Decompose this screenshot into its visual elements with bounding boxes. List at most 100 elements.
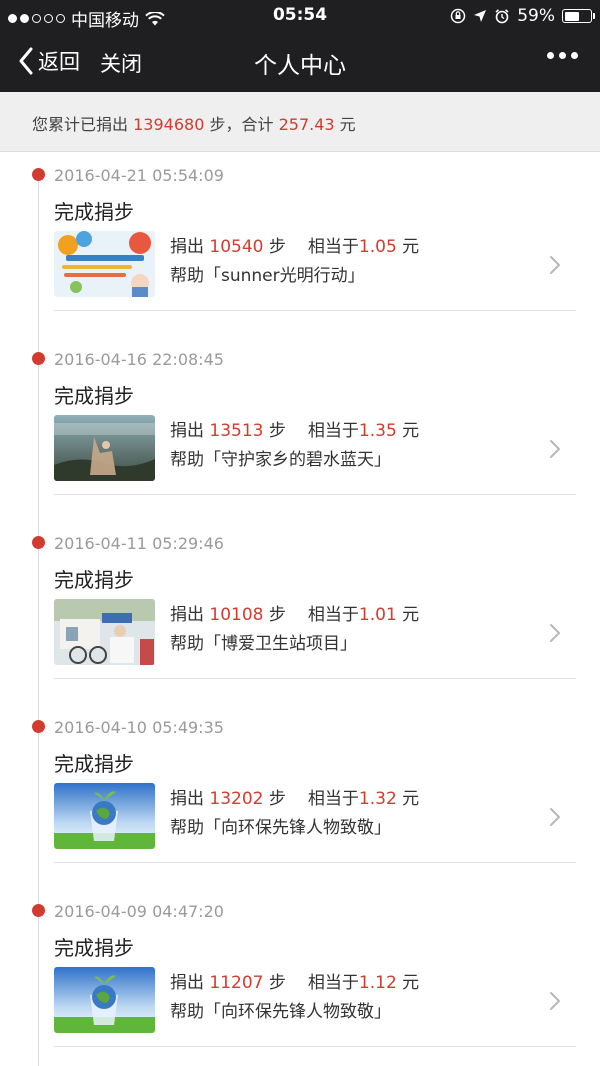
entry-title: 完成捐步 <box>54 384 134 408</box>
timeline-entry[interactable]: 2016-04-10 05:49:35 完成捐步 捐出 13202 步 相当于1.… <box>0 718 600 904</box>
timeline-entry[interactable]: 2016-04-11 05:29:46 完成捐步 捐出 10108 步 相当于1.… <box>0 534 600 720</box>
chevron-right-icon[interactable] <box>548 806 562 828</box>
entry-amount: 1.35 <box>358 421 397 441</box>
yuan-unit: 元 <box>402 789 420 809</box>
help-prefix: 帮助「 <box>170 450 221 470</box>
steps-unit: 步 <box>268 605 286 625</box>
entry-project-line: 帮助「sunner光明行动」 <box>170 261 365 286</box>
status-right: 59% <box>450 6 595 26</box>
more-dot-icon <box>559 52 566 59</box>
donate-label: 捐出 <box>170 421 204 441</box>
help-suffix: 」 <box>374 450 391 470</box>
donate-label: 捐出 <box>170 237 204 257</box>
entry-project-name: 向环保先锋人物致敬 <box>221 1002 374 1022</box>
entry-donation-line: 捐出 11207 步 相当于1.12 元 <box>170 968 419 993</box>
entry-project-line: 帮助「向环保先锋人物致敬」 <box>170 813 391 838</box>
total-amount: 257.43 <box>278 115 335 134</box>
entry-divider <box>54 494 576 495</box>
steps-unit: 步 <box>268 237 286 257</box>
summary-currency: 元 <box>339 115 356 134</box>
entry-donation-line: 捐出 13513 步 相当于1.35 元 <box>170 416 419 441</box>
help-prefix: 帮助「 <box>170 818 221 838</box>
chevron-right-icon[interactable] <box>548 254 562 276</box>
timeline-entry[interactable]: 2016-04-09 04:47:20 完成捐步 捐出 11207 步 相当于1.… <box>0 902 600 1066</box>
entry-divider <box>54 678 576 679</box>
entry-timestamp: 2016-04-11 05:29:46 <box>54 534 224 553</box>
battery-level-fill <box>564 11 580 21</box>
rotation-lock-icon <box>450 8 466 24</box>
equals-label: 相当于 <box>307 237 359 257</box>
close-button[interactable]: 关闭 <box>100 48 142 78</box>
equals-label: 相当于 <box>307 973 359 993</box>
timeline-dot <box>32 536 45 549</box>
steps-unit: 步 <box>268 789 286 809</box>
navigation-bar: 返回 关闭 个人中心 <box>0 32 600 92</box>
entry-project-line: 帮助「守护家乡的碧水蓝天」 <box>170 445 391 470</box>
eco-globe-thumbnail <box>54 783 155 849</box>
steps-unit: 步 <box>268 973 286 993</box>
battery-percent: 59% <box>517 6 555 26</box>
timeline-dot <box>32 352 45 365</box>
entry-amount: 1.01 <box>358 605 397 625</box>
health-station-thumbnail <box>54 599 155 665</box>
entry-donation-line: 捐出 10108 步 相当于1.01 元 <box>170 600 419 625</box>
back-button-label: 返回 <box>38 50 80 74</box>
steps-unit: 步 <box>268 421 286 441</box>
timeline-dot <box>32 904 45 917</box>
donate-label: 捐出 <box>170 605 204 625</box>
entry-amount: 1.12 <box>358 973 397 993</box>
location-arrow-icon <box>474 10 487 22</box>
status-bar: 中国移动 05:54 59% <box>0 0 600 32</box>
equals-label: 相当于 <box>307 605 359 625</box>
entry-divider <box>54 862 576 863</box>
chevron-right-icon[interactable] <box>548 990 562 1012</box>
entry-timestamp: 2016-04-16 22:08:45 <box>54 350 224 369</box>
donate-label: 捐出 <box>170 789 204 809</box>
entry-donation-line: 捐出 13202 步 相当于1.32 元 <box>170 784 419 809</box>
entry-timestamp: 2016-04-10 05:49:35 <box>54 718 224 737</box>
battery-icon <box>562 9 595 23</box>
entry-project-name: 守护家乡的碧水蓝天 <box>221 450 374 470</box>
entry-steps: 11207 <box>209 973 264 993</box>
entry-project-name: sunner光明行动 <box>221 266 348 286</box>
entry-donation-line: 捐出 10540 步 相当于1.05 元 <box>170 232 419 257</box>
yuan-unit: 元 <box>402 421 420 441</box>
help-prefix: 帮助「 <box>170 1002 221 1022</box>
entry-divider <box>54 310 576 311</box>
timeline-dot <box>32 168 45 181</box>
blue-sky-project-thumbnail <box>54 415 155 481</box>
entry-amount: 1.32 <box>358 789 397 809</box>
entry-title: 完成捐步 <box>54 568 134 592</box>
chevron-right-icon[interactable] <box>548 622 562 644</box>
chevron-left-icon <box>19 47 33 75</box>
help-suffix: 」 <box>374 818 391 838</box>
timeline-entry[interactable]: 2016-04-21 05:54:09 完成捐步 捐出 10540 步 相当于1.… <box>0 166 600 352</box>
help-prefix: 帮助「 <box>170 266 221 286</box>
entry-steps: 13513 <box>209 421 264 441</box>
entry-project-line: 帮助「博爱卫生站项目」 <box>170 629 357 654</box>
timeline-dot <box>32 720 45 733</box>
equals-label: 相当于 <box>307 789 359 809</box>
chevron-right-icon[interactable] <box>548 438 562 460</box>
back-button[interactable]: 返回 <box>18 46 80 76</box>
equals-label: 相当于 <box>307 421 359 441</box>
eco-globe-thumbnail <box>54 967 155 1033</box>
entry-divider <box>54 1046 576 1047</box>
entry-title: 完成捐步 <box>54 936 134 960</box>
entry-project-line: 帮助「向环保先锋人物致敬」 <box>170 997 391 1022</box>
entry-timestamp: 2016-04-09 04:47:20 <box>54 902 224 921</box>
help-prefix: 帮助「 <box>170 634 221 654</box>
help-suffix: 」 <box>347 266 365 286</box>
entry-project-name: 向环保先锋人物致敬 <box>221 818 374 838</box>
entry-title: 完成捐步 <box>54 752 134 776</box>
timeline-entry[interactable]: 2016-04-16 22:08:45 完成捐步 捐出 13513 步 相当于1.… <box>0 350 600 536</box>
page-title: 个人中心 <box>254 53 346 79</box>
entry-timestamp: 2016-04-21 05:54:09 <box>54 166 224 185</box>
entry-amount: 1.05 <box>358 237 397 257</box>
donation-summary: 您累计已捐出 1394680 步，合计 257.43 元 <box>0 92 600 152</box>
more-options-button[interactable] <box>547 52 578 59</box>
help-suffix: 」 <box>340 634 357 654</box>
entry-steps: 10108 <box>209 605 264 625</box>
entry-steps: 13202 <box>209 789 264 809</box>
yuan-unit: 元 <box>402 973 420 993</box>
